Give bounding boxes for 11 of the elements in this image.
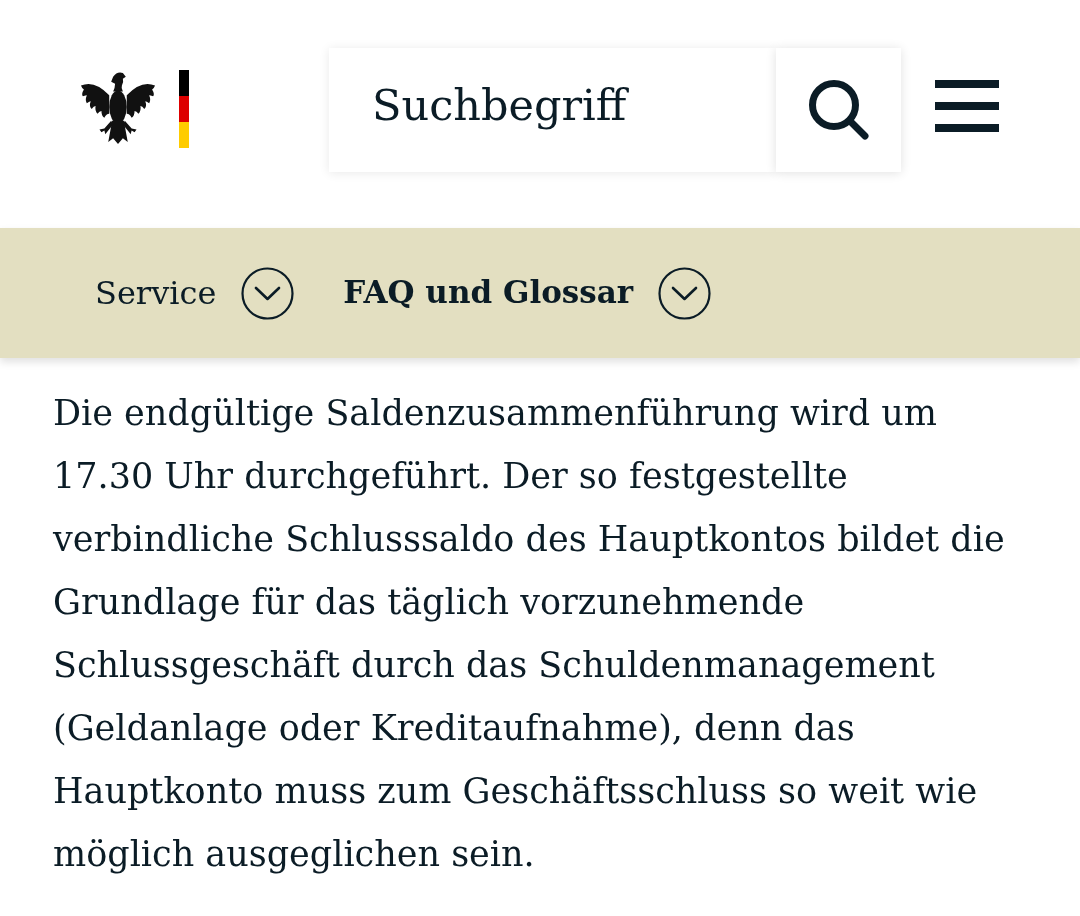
menu-icon xyxy=(935,80,999,132)
search-button[interactable] xyxy=(776,48,901,172)
breadcrumb-link[interactable]: Service xyxy=(95,273,217,313)
breadcrumb-link[interactable]: FAQ und Glossar xyxy=(343,274,634,312)
flag-bar-icon xyxy=(179,70,189,148)
chevron-down-circle-icon[interactable] xyxy=(658,266,712,320)
search-icon xyxy=(807,79,870,141)
eagle-icon xyxy=(79,70,157,146)
chevron-down-circle-icon[interactable] xyxy=(241,266,295,320)
article-paragraph: Die endgültige Saldenzusammenführung wird um 17.30 Uhr durchgeführt. Der so festgestellte verbindliche Schlusssaldo des Hauptkontos bildet die Grundlage für das täglich vorzunehmende Schlussgeschäft durch das Schuldenmanagement (Geldanlage oder Kreditaufnahme), denn das Hauptkonto muss zum Geschäftsschluss so weit wie möglich ausgeglichen sein. xyxy=(53,392,1006,876)
search-field[interactable]: Suchbegriff xyxy=(329,48,776,172)
